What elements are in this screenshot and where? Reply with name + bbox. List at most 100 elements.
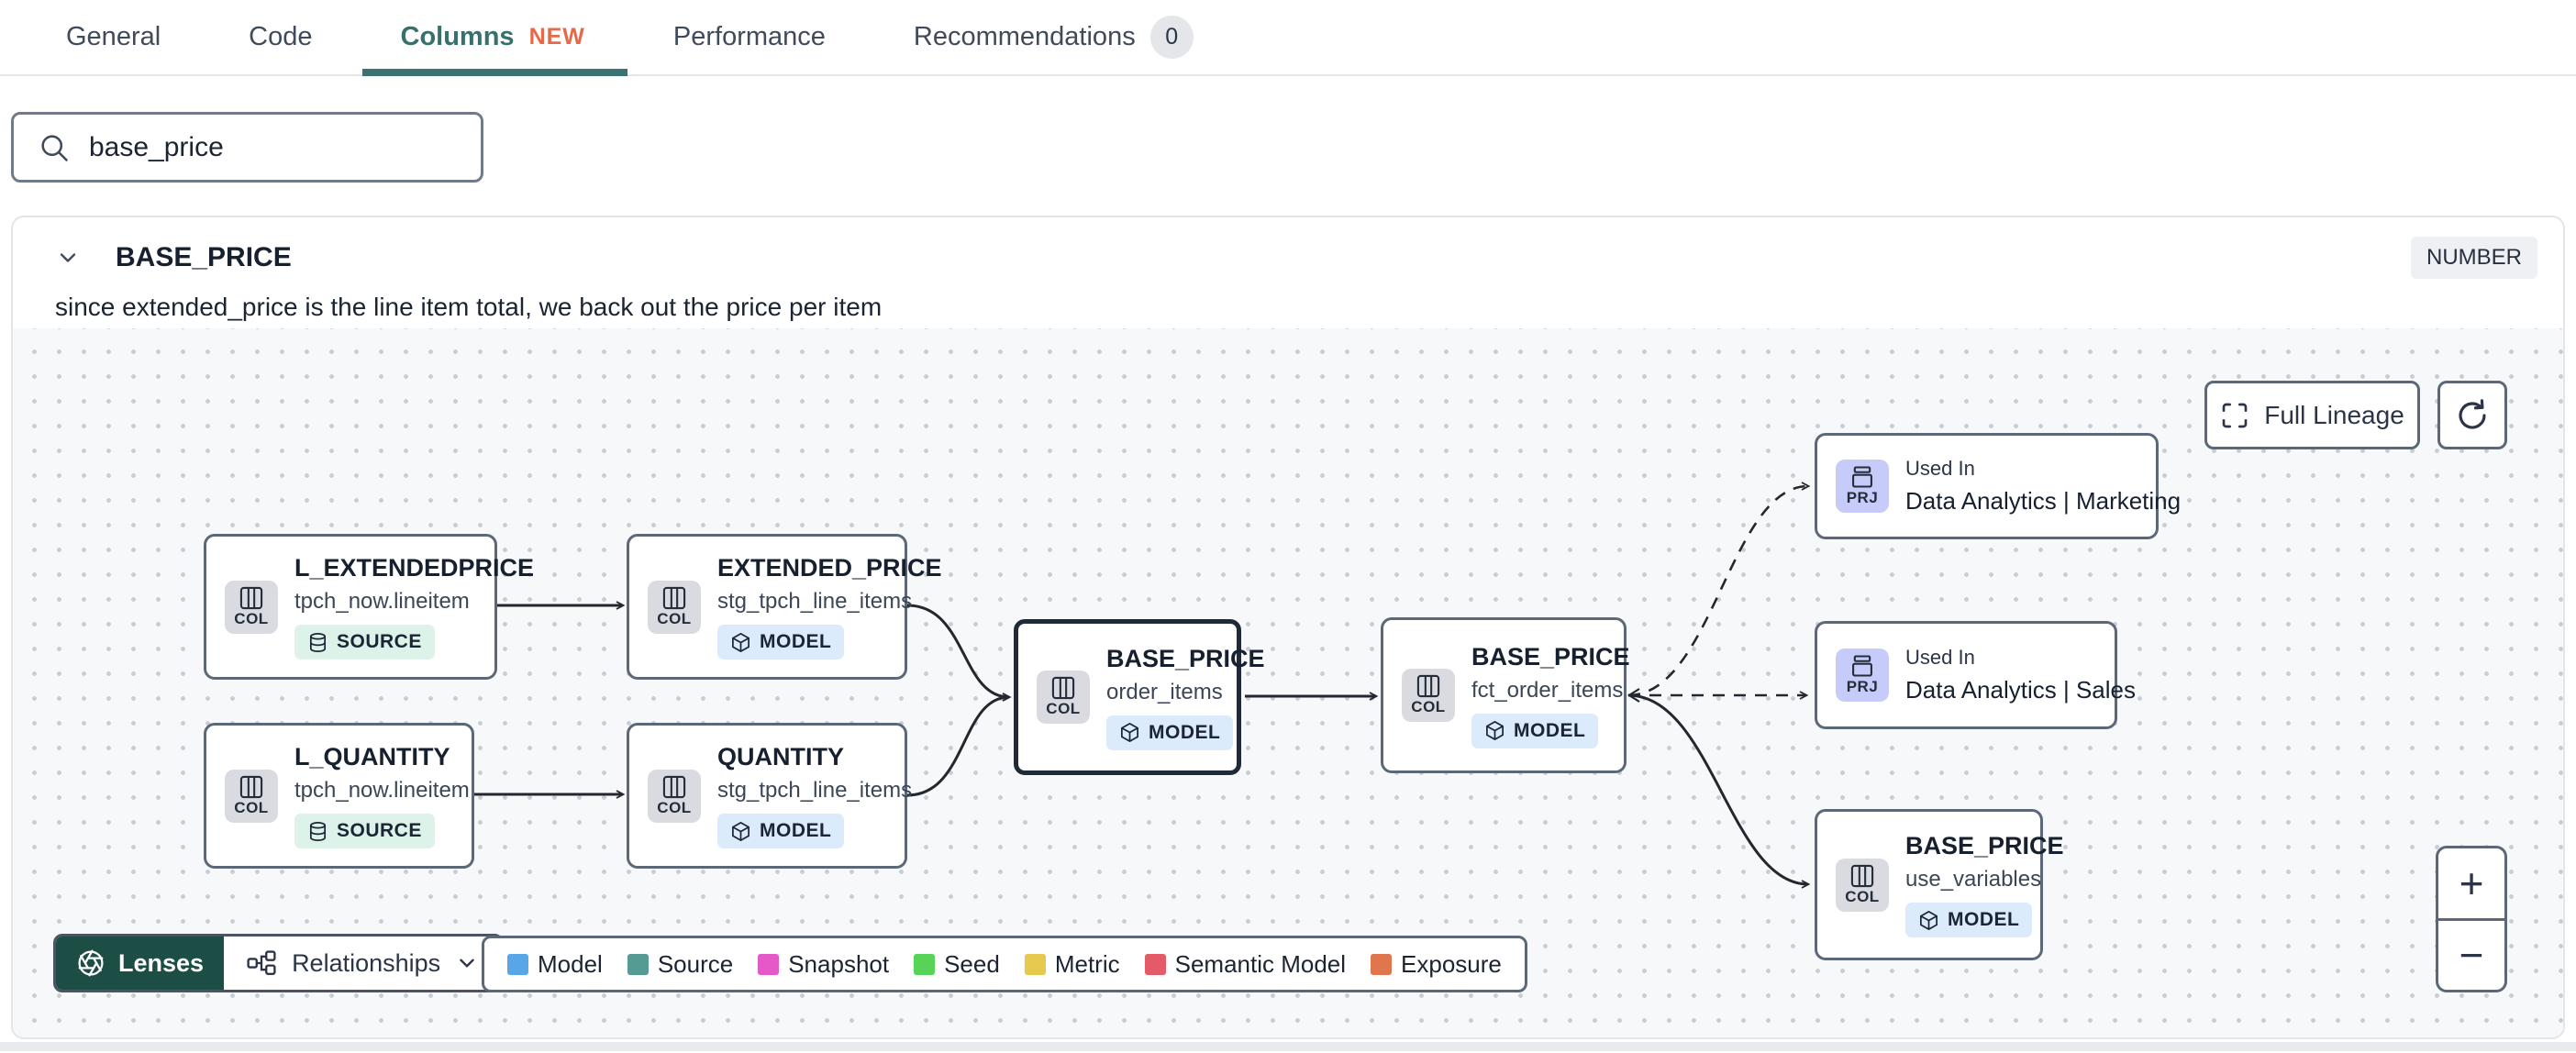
column-icon-chip: COL: [648, 769, 701, 823]
project-icon-chip: PRJ: [1836, 460, 1889, 513]
column-description: since extended_price is the line item to…: [55, 293, 883, 321]
column-icon-chip: COL: [648, 580, 701, 634]
project-title: Data Analytics | Sales: [1905, 676, 2136, 704]
chip-label: COL: [1845, 887, 1880, 905]
chip-label: COL: [1046, 700, 1081, 717]
search-input[interactable]: [89, 131, 457, 163]
project-icon-chip: PRJ: [1836, 648, 1889, 702]
node-base-price-order-items[interactable]: COL BASE_PRICE order_items MODEL: [1014, 619, 1265, 775]
legend-item-model: Model: [507, 950, 603, 979]
node-used-in-sales[interactable]: PRJ Used In Data Analytics | Sales: [1815, 621, 2136, 729]
aperture-icon: [78, 949, 104, 977]
full-lineage-button[interactable]: Full Lineage: [2204, 381, 2420, 449]
lineage-edges: [474, 482, 1811, 889]
legend-item-seed: Seed: [914, 950, 1000, 979]
database-icon: [309, 632, 327, 652]
node-l-extendedprice[interactable]: COL L_EXTENDEDPRICE tpch_now.lineitem SO…: [204, 534, 534, 680]
columns-icon: [239, 586, 263, 609]
legend-item-source: Source: [627, 950, 733, 979]
tab-label: Code: [249, 22, 313, 51]
tab-bar: General Code Columns NEW Performance Rec…: [0, 0, 2576, 76]
model-badge: MODEL: [717, 814, 845, 848]
node-subtitle: order_items: [1106, 679, 1223, 704]
zoom-in-button[interactable]: +: [2438, 848, 2504, 918]
tab-recommendations[interactable]: Recommendations 0: [914, 0, 1194, 74]
lenses-button[interactable]: Lenses: [56, 937, 225, 990]
node-title: EXTENDED_PRICE: [717, 554, 942, 582]
node-title: L_QUANTITY: [294, 743, 450, 770]
collapse-chevron-icon[interactable]: [55, 245, 81, 271]
cube-icon: [732, 821, 749, 841]
node-base-price-use-variables[interactable]: COL BASE_PRICE use_variables MODEL: [1815, 809, 2064, 960]
refresh-icon: [2459, 398, 2486, 429]
tab-columns[interactable]: Columns NEW: [361, 0, 628, 76]
column-name: BASE_PRICE: [116, 242, 292, 272]
node-subtitle: tpch_now.lineitem: [294, 589, 470, 614]
tab-label: General: [66, 22, 161, 51]
lineage-canvas[interactable]: COL L_EXTENDEDPRICE tpch_now.lineitem SO…: [13, 328, 2563, 1037]
tab-performance[interactable]: Performance: [673, 0, 826, 74]
lenses-toolbar: Lenses Relationships: [53, 934, 505, 992]
chip-label: PRJ: [1846, 489, 1879, 506]
chip-label: COL: [1411, 698, 1446, 715]
node-base-price-fct-order-items[interactable]: COL BASE_PRICE fct_order_items MODEL: [1381, 617, 1630, 773]
model-badge: MODEL: [1106, 715, 1234, 750]
seed-swatch: [914, 953, 936, 975]
relationships-dropdown[interactable]: Relationships: [224, 937, 502, 990]
node-title: QUANTITY: [717, 743, 844, 770]
legend-item-metric: Metric: [1024, 950, 1120, 979]
refresh-button[interactable]: [2437, 381, 2507, 449]
new-badge: NEW: [528, 24, 585, 50]
node-quantity[interactable]: COL QUANTITY stg_tpch_line_items MODEL: [627, 723, 912, 869]
source-badge: SOURCE: [294, 814, 435, 848]
node-title: L_EXTENDEDPRICE: [294, 554, 535, 582]
cube-icon: [732, 632, 749, 652]
node-subtitle: use_variables: [1905, 867, 2042, 892]
semantic-model-swatch: [1144, 953, 1166, 975]
exposure-swatch: [1371, 953, 1393, 975]
metric-swatch: [1024, 953, 1046, 975]
column-icon-chip: COL: [225, 769, 278, 823]
chip-label: COL: [657, 798, 692, 816]
chevron-down-icon: [460, 959, 474, 968]
column-panel-header: BASE_PRICE NUMBER: [13, 234, 2563, 282]
node-subtitle: tpch_now.lineitem: [294, 778, 470, 803]
columns-icon: [1850, 864, 1874, 887]
tab-code[interactable]: Code: [249, 0, 312, 74]
column-type-badge: NUMBER: [2410, 237, 2537, 279]
database-icon: [309, 821, 327, 841]
tab-general[interactable]: General: [66, 0, 161, 74]
node-extended-price[interactable]: COL EXTENDED_PRICE stg_tpch_line_items M…: [627, 534, 942, 680]
chip-label: COL: [234, 798, 269, 816]
cube-icon: [1920, 910, 1938, 930]
columns-icon: [662, 775, 686, 798]
chip-label: PRJ: [1846, 678, 1879, 695]
project-title: Data Analytics | Marketing: [1905, 487, 2182, 515]
cube-icon: [1121, 723, 1138, 742]
node-title: BASE_PRICE: [1471, 642, 1630, 671]
search-icon: [41, 134, 68, 161]
model-badge: MODEL: [717, 625, 845, 660]
node-used-in-marketing[interactable]: PRJ Used In Data Analytics | Marketing: [1815, 433, 2181, 539]
column-panel: BASE_PRICE NUMBER since extended_price i…: [11, 216, 2565, 1039]
node-subtitle: stg_tpch_line_items: [717, 589, 913, 614]
zoom-out-button[interactable]: −: [2438, 917, 2504, 991]
node-type-legend: Model Source Snapshot Seed Metric Semant…: [482, 936, 1527, 992]
expand-icon: [2222, 403, 2248, 427]
node-title: BASE_PRICE: [1905, 832, 2064, 859]
legend-item-snapshot: Snapshot: [758, 950, 889, 979]
model-swatch: [507, 953, 528, 975]
used-in-label: Used In: [1905, 646, 1975, 669]
column-icon-chip: COL: [1836, 858, 1889, 912]
zoom-controls: + −: [2436, 846, 2507, 992]
snapshot-swatch: [758, 953, 780, 975]
cube-icon: [1486, 721, 1504, 740]
column-icon-chip: COL: [225, 580, 278, 634]
model-badge: MODEL: [1905, 903, 2033, 937]
recommendations-count-badge: 0: [1149, 16, 1194, 59]
column-icon-chip: COL: [1037, 671, 1090, 724]
hierarchy-icon: [247, 950, 276, 975]
legend-item-exposure: Exposure: [1371, 950, 1502, 979]
node-l-quantity[interactable]: COL L_QUANTITY tpch_now.lineitem SOURCE: [204, 723, 474, 869]
chip-label: COL: [234, 609, 269, 627]
